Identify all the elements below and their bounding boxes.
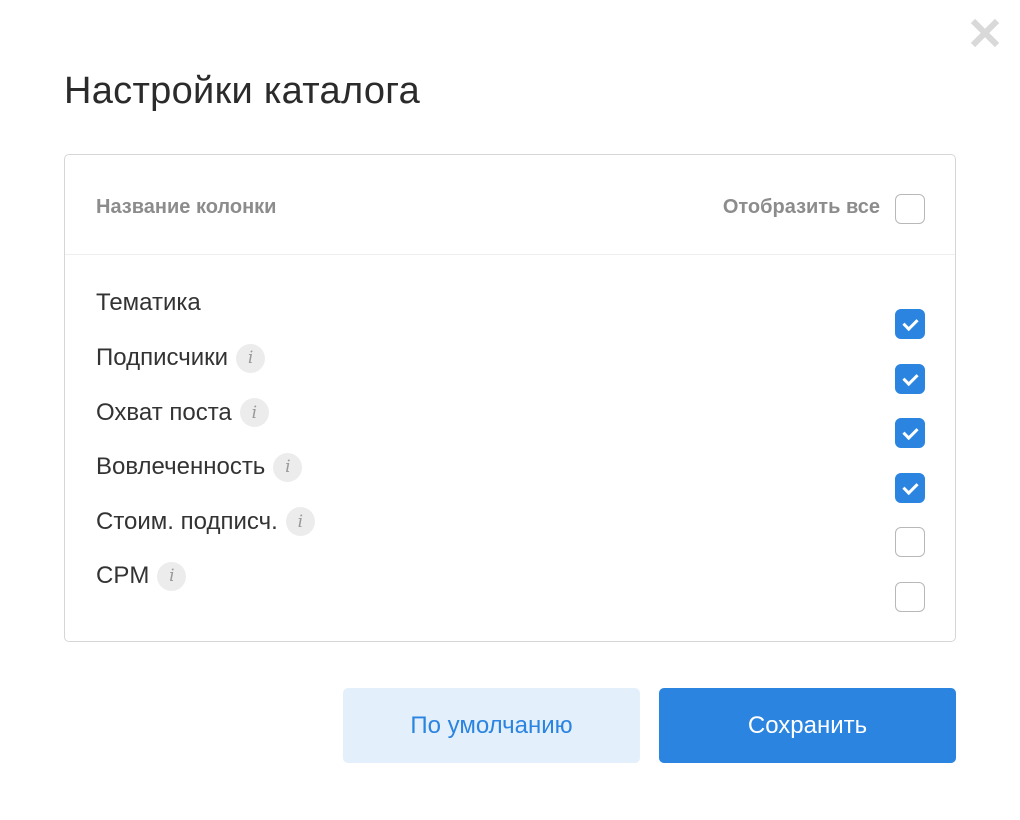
columns-table: Название колонки Отобразить все Тематика…	[64, 154, 956, 642]
show-all-label: Отобразить все	[722, 196, 880, 218]
column-checkbox[interactable]	[895, 581, 925, 612]
default-button[interactable]: По умолчанию	[343, 688, 640, 763]
column-label: Вовлеченность i	[96, 452, 303, 482]
column-row: Подписчики i	[65, 343, 955, 394]
save-button[interactable]: Сохранить	[659, 688, 956, 763]
column-label-text: Стоим. подписч.	[96, 507, 278, 535]
column-checkbox[interactable]	[895, 418, 925, 448]
info-icon[interactable]: i	[236, 343, 266, 373]
column-row: Вовлеченность i	[65, 452, 955, 503]
column-label-text: Тематика	[96, 289, 201, 316]
column-label: Тематика	[96, 289, 201, 317]
column-row: CPM i	[65, 561, 955, 612]
info-icon[interactable]: i	[273, 452, 303, 482]
column-label: Охват поста i	[96, 398, 269, 427]
column-label: CPM i	[96, 561, 187, 591]
table-header: Название колонки Отобразить все	[65, 155, 955, 255]
info-icon[interactable]: i	[285, 507, 315, 536]
column-label-text: Охват поста	[96, 398, 232, 426]
column-label-text: CPM	[96, 562, 150, 589]
column-checkbox[interactable]	[895, 309, 925, 339]
column-row: Тематика	[65, 289, 955, 339]
column-checkbox[interactable]	[895, 472, 925, 503]
dialog-title: Настройки каталога	[64, 70, 421, 112]
info-icon[interactable]: i	[239, 398, 269, 427]
close-icon[interactable]	[966, 14, 1004, 52]
column-label: Стоим. подписч. i	[96, 507, 315, 536]
info-icon[interactable]: i	[157, 561, 187, 591]
column-label-text: Вовлеченность	[96, 453, 266, 480]
column-label-text: Подписчики	[96, 344, 229, 371]
show-all-checkbox[interactable]	[895, 194, 925, 224]
column-checkbox[interactable]	[895, 527, 925, 557]
column-label: Подписчики i	[96, 343, 266, 373]
column-row: Охват поста i	[65, 398, 955, 448]
column-name-header: Название колонки	[96, 196, 277, 218]
column-checkbox[interactable]	[895, 363, 925, 394]
column-row: Стоим. подписч. i	[65, 507, 955, 557]
